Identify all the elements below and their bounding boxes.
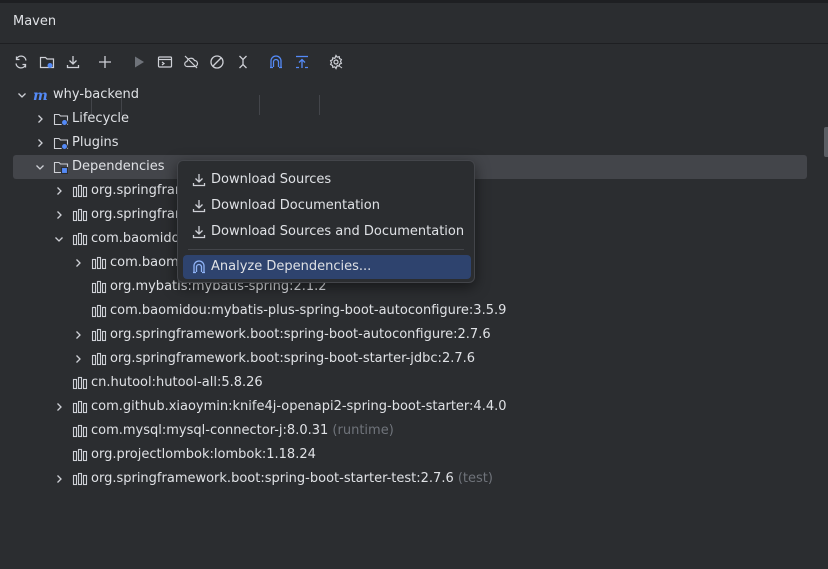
add-maven-project-icon[interactable] [36,51,58,73]
tree-node-label: com.mysql:mysql-connector-j:8.0.31 (runt… [91,423,394,438]
run-icon[interactable] [128,51,150,73]
chevron-right-icon[interactable] [34,137,46,149]
scope-label: (test) [457,471,493,486]
library-icon [72,423,88,439]
tree-node-label: com.github.xiaoymin:knife4j-openapi2-spr… [91,399,507,414]
library-icon [91,255,107,271]
library-icon [91,327,107,343]
tree-node-dependency[interactable]: org.springframework.boot:spring-boot-sta… [0,347,828,371]
chevron-right-icon[interactable] [34,113,46,125]
reload-all-icon[interactable] [10,51,32,73]
analyze-dependencies-icon[interactable] [265,51,287,73]
chevron-right-icon[interactable] [53,401,65,413]
tree-node-dependency[interactable]: com.mysql:mysql-connector-j:8.0.31 (runt… [0,419,828,443]
svg-text:m: m [33,88,48,103]
tree-node-label: why-backend [53,87,139,102]
chevron-right-icon[interactable] [53,185,65,197]
chevron-down-icon[interactable] [16,89,28,101]
tree-node-label: cn.hutool:hutool-all:5.8.26 [91,375,263,390]
download-icon [191,172,207,188]
plugins-folder-icon [53,135,69,151]
library-icon [72,231,88,247]
chevron-down-icon[interactable] [34,161,46,173]
menu-item-analyze-dependencies[interactable]: Analyze Dependencies... [183,255,471,279]
tree-node-label: Plugins [72,135,119,150]
download-icon [191,198,207,214]
toolbar [0,44,828,115]
panel-title: Maven [13,14,57,29]
tree-node-label: org.springframework.boot:spring-boot-aut… [110,327,491,342]
tree-node-plugins[interactable]: Plugins [0,131,828,155]
lifecycle-folder-icon [53,111,69,127]
chevron-down-icon[interactable] [53,233,65,245]
context-menu: Download Sources Download Documentation … [177,160,475,283]
chevron-right-icon[interactable] [53,473,65,485]
chevron-right-icon[interactable] [72,329,84,341]
dependencies-folder-icon [53,159,69,175]
tree-node-label: org.springframework.boot:spring-boot-sta… [91,471,493,486]
collapse-all-icon[interactable] [232,51,254,73]
library-icon [72,399,88,415]
tree-node-dependency[interactable]: com.baomidou:mybatis-plus-spring-boot-au… [0,299,828,323]
menu-item-download-sources[interactable]: Download Sources [183,168,471,192]
tree-node-lifecycle[interactable]: Lifecycle [0,107,828,131]
tree-node-label: org.projectlombok:lombok:1.18.24 [91,447,316,462]
scope-label: (runtime) [332,423,394,438]
menu-item-download-sources-and-documentation[interactable]: Download Sources and Documentation [183,220,471,244]
chevron-right-icon[interactable] [53,209,65,221]
download-icon[interactable] [62,51,84,73]
add-icon[interactable] [94,51,116,73]
download-icon [191,224,207,240]
offline-mode-icon[interactable] [180,51,202,73]
execute-goal-icon[interactable] [154,51,176,73]
tree-node-dependency[interactable]: org.springframework.boot:spring-boot-aut… [0,323,828,347]
library-icon [72,207,88,223]
library-icon [72,375,88,391]
menu-separator [188,249,464,250]
library-icon [91,351,107,367]
tree-node-dependency[interactable]: org.projectlombok:lombok:1.18.24 [0,443,828,467]
tree-node-label: Lifecycle [72,111,130,126]
menu-item-download-documentation[interactable]: Download Documentation [183,194,471,218]
menu-item-label: Analyze Dependencies... [211,259,372,274]
tree-node-dependency[interactable]: org.springframework.boot:spring-boot-sta… [0,467,828,491]
chevron-right-icon[interactable] [72,257,84,269]
tree-node-label: org.springframework.boot:spring-boot-sta… [110,351,476,366]
tree-node-dependency[interactable]: cn.hutool:hutool-all:5.8.26 [0,371,828,395]
skip-tests-icon[interactable] [206,51,228,73]
analyze-dependencies-icon [191,259,207,275]
show-dependencies-icon[interactable] [291,51,313,73]
settings-icon[interactable] [325,51,347,73]
menu-item-label: Download Documentation [211,198,380,213]
library-icon [91,279,107,295]
maven-icon: m [33,87,49,104]
tool-window-header: Maven [0,0,828,44]
library-icon [72,447,88,463]
chevron-right-icon[interactable] [72,353,84,365]
library-icon [91,303,107,319]
tree-node-dependency[interactable]: com.github.xiaoymin:knife4j-openapi2-spr… [0,395,828,419]
tree-node-label: Dependencies [72,159,165,174]
library-icon [72,471,88,487]
tree-node-label: com.baomidou:mybatis-plus-spring-boot-au… [110,303,507,318]
tree-node-root[interactable]: m why-backend [0,83,828,107]
menu-item-label: Download Sources and Documentation [211,224,465,239]
menu-item-label: Download Sources [211,172,332,187]
library-icon [72,183,88,199]
